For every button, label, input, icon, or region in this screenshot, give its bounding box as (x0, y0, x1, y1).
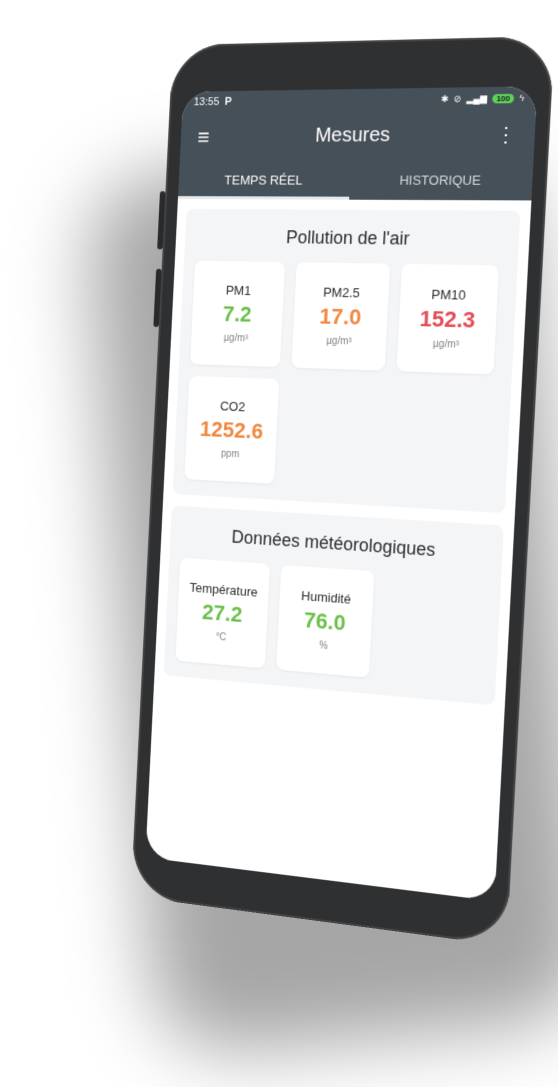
tile-humidity-label: Humidité (301, 588, 351, 607)
tile-pm25-value: 17.0 (319, 304, 362, 331)
phone-frame-wrapper: 13:55 P ✱ ⊘ ▂▄▆ 100 ϟ ≡ Mesures ⋮ TEMPS (1, 0, 558, 1087)
tile-temperature[interactable]: Température 27.2 °C (175, 558, 270, 669)
tile-pm1-unit: µg/m³ (224, 333, 249, 345)
carrier-icon: P (225, 96, 232, 108)
alarm-off-icon: ⊘ (453, 93, 461, 104)
tile-temperature-unit: °C (215, 632, 226, 644)
battery-icon: 100 (492, 93, 514, 103)
tile-temperature-label: Température (189, 580, 258, 600)
tile-co2-unit: ppm (221, 449, 240, 461)
tile-pm10-value: 152.3 (419, 306, 476, 334)
air-pollution-grid: PM1 7.2 µg/m³ PM2.5 17.0 µg/m³ PM10 152.… (184, 261, 505, 496)
weather-card: Données météorologiques Température 27.2… (164, 506, 504, 706)
tile-pm25[interactable]: PM2.5 17.0 µg/m³ (291, 262, 390, 371)
tile-humidity-unit: % (319, 640, 328, 652)
tile-pm25-label: PM2.5 (323, 285, 360, 301)
tab-historique[interactable]: HISTORIQUE (349, 159, 533, 200)
tile-humidity[interactable]: Humidité 76.0 % (276, 565, 374, 678)
status-time: 13:55 (193, 96, 219, 108)
tile-pm10[interactable]: PM10 152.3 µg/m³ (396, 264, 499, 375)
tile-co2-value: 1252.6 (199, 416, 263, 444)
charging-icon: ϟ (519, 93, 524, 103)
side-button-upper (157, 191, 165, 249)
tab-historique-label: HISTORIQUE (399, 172, 481, 187)
tab-temps-reel[interactable]: TEMPS RÉEL (178, 159, 351, 199)
tile-pm10-unit: µg/m³ (433, 339, 460, 351)
tab-temps-reel-label: TEMPS RÉEL (224, 172, 303, 187)
app-bar: ≡ Mesures ⋮ (180, 109, 536, 160)
hamburger-menu-icon[interactable]: ≡ (197, 125, 210, 151)
main-content: Pollution de l'air PM1 7.2 µg/m³ PM2.5 1… (145, 199, 531, 901)
tile-temperature-value: 27.2 (202, 599, 243, 628)
tile-humidity-value: 76.0 (303, 607, 346, 636)
more-vertical-icon[interactable]: ⋮ (495, 122, 517, 148)
weather-title: Données météorologiques (181, 524, 491, 565)
app-screen: 13:55 P ✱ ⊘ ▂▄▆ 100 ϟ ≡ Mesures ⋮ TEMPS (145, 86, 537, 901)
tile-pm1-label: PM1 (225, 283, 251, 298)
air-pollution-title: Pollution de l'air (196, 226, 507, 250)
phone-body: 13:55 P ✱ ⊘ ▂▄▆ 100 ϟ ≡ Mesures ⋮ TEMPS (131, 36, 555, 946)
tile-pm1-value: 7.2 (222, 301, 252, 327)
tab-bar: TEMPS RÉEL HISTORIQUE (178, 159, 534, 200)
tile-pm1[interactable]: PM1 7.2 µg/m³ (190, 261, 285, 367)
page-title: Mesures (315, 123, 391, 147)
signal-icon: ▂▄▆ (466, 93, 487, 105)
tile-pm10-label: PM10 (431, 287, 466, 303)
side-button-lower (153, 269, 161, 327)
bluetooth-icon: ✱ (441, 93, 449, 104)
tile-pm25-unit: µg/m³ (326, 336, 352, 348)
air-pollution-card: Pollution de l'air PM1 7.2 µg/m³ PM2.5 1… (173, 209, 521, 513)
weather-grid: Température 27.2 °C Humidité 76.0 % (175, 558, 488, 688)
tile-co2[interactable]: CO2 1252.6 ppm (184, 376, 279, 484)
tile-co2-label: CO2 (220, 398, 246, 414)
